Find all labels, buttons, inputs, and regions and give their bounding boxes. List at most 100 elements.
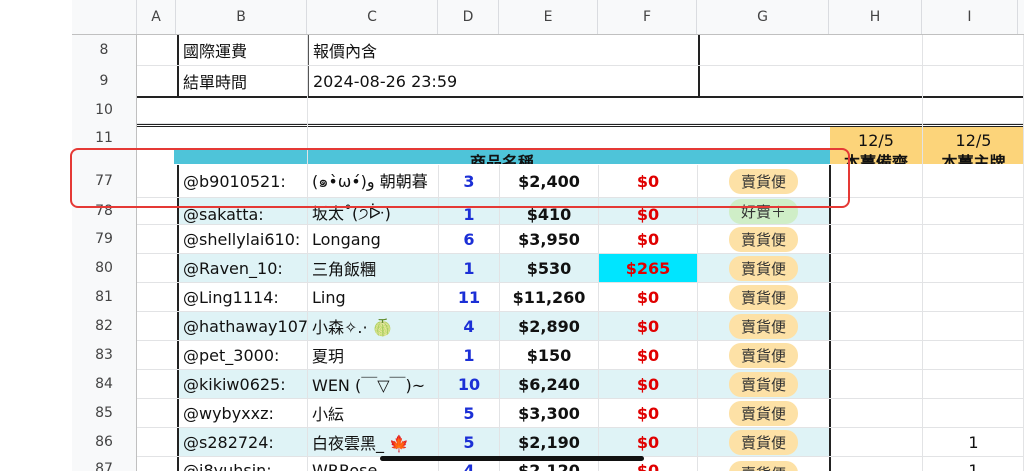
total-cell[interactable]: $2,190: [500, 428, 598, 456]
gridline: [697, 165, 698, 471]
row-header[interactable]: 82: [72, 312, 136, 340]
user-cell[interactable]: @hathaway107: [177, 312, 309, 340]
status-cell[interactable]: 賣貨便: [698, 428, 831, 456]
user-cell[interactable]: @pet_3000:: [177, 341, 309, 369]
i-cell[interactable]: 1: [923, 457, 1024, 471]
info-row: 國際運費 報價內含: [137, 35, 1024, 66]
info-row: 結單時間 2024-08-26 23:59: [137, 66, 1024, 98]
column-header-I[interactable]: I: [922, 0, 1018, 34]
status-chip: 賣貨便: [728, 371, 798, 397]
due-cell[interactable]: $0: [599, 428, 697, 456]
row-header[interactable]: 86: [72, 428, 136, 456]
qty-cell[interactable]: 1: [439, 254, 499, 282]
status-cell[interactable]: 賣貨便: [698, 225, 831, 253]
info-label[interactable]: 國際運費: [177, 35, 309, 65]
due-cell[interactable]: $0: [599, 399, 697, 427]
table-row: @pet_3000: 夏玥 1 $150 $0 賣貨便: [137, 341, 1024, 370]
total-cell[interactable]: $3,300: [500, 399, 598, 427]
qty-cell[interactable]: 5: [439, 428, 499, 456]
i-cell[interactable]: [923, 165, 1024, 197]
due-cell[interactable]: $0: [599, 341, 697, 369]
total-cell[interactable]: $11,260: [500, 283, 598, 311]
user-cell[interactable]: @i8yuhsin:: [177, 457, 309, 471]
qty-cell[interactable]: 6: [439, 225, 499, 253]
column-header-bar: A B C D E F G H I: [72, 0, 1024, 35]
qty-cell[interactable]: 1: [439, 341, 499, 369]
name-cell[interactable]: 白夜雲黑_ 🍁: [308, 428, 442, 456]
name-cell[interactable]: 夏玥: [308, 341, 442, 369]
horizontal-scrollbar[interactable]: [380, 456, 644, 461]
column-header-A[interactable]: A: [137, 0, 176, 34]
column-header-C[interactable]: C: [307, 0, 438, 34]
name-cell[interactable]: Longang: [308, 225, 442, 253]
name-cell[interactable]: 小紜: [308, 399, 442, 427]
i-cell[interactable]: 1: [923, 428, 1024, 456]
due-cell[interactable]: $0: [599, 225, 697, 253]
table-row: @Raven_10: 三角飯糰 1 $530 $265 賣貨便: [137, 254, 1024, 283]
user-cell[interactable]: @Raven_10:: [177, 254, 309, 282]
row-header[interactable]: 85: [72, 399, 136, 427]
h-cell[interactable]: [830, 428, 922, 456]
info-value[interactable]: 報價內含: [308, 35, 700, 65]
gridline: [598, 165, 599, 471]
row-header[interactable]: 80: [72, 254, 136, 282]
user-cell[interactable]: @Ling1114:: [177, 283, 309, 311]
table-row: @s282724: 白夜雲黑_ 🍁 5 $2,190 $0 賣貨便 1: [137, 428, 1024, 457]
name-cell[interactable]: 三角飯糰: [308, 254, 442, 282]
status-chip: 賣貨便: [728, 226, 798, 252]
due-cell[interactable]: $265: [599, 254, 697, 282]
qty-cell[interactable]: 5: [439, 399, 499, 427]
column-header-F[interactable]: F: [598, 0, 697, 34]
status-cell[interactable]: 賣貨便: [698, 457, 831, 471]
row-header[interactable]: 8: [72, 35, 136, 65]
column-header-E[interactable]: E: [499, 0, 598, 34]
status-cell[interactable]: 賣貨便: [698, 370, 831, 398]
name-cell[interactable]: WEN (￣▽￣)~: [308, 370, 442, 398]
table-row: @kikiw0625: WEN (￣▽￣)~ 10 $6,240 $0 賣貨便: [137, 370, 1024, 399]
status-chip: 賣貨便: [728, 313, 798, 339]
column-header-G[interactable]: G: [697, 0, 829, 34]
total-cell[interactable]: $6,240: [500, 370, 598, 398]
row-header[interactable]: 79: [72, 225, 136, 253]
column-header-B[interactable]: B: [176, 0, 307, 34]
table-row: @hathaway107 小森✧.· 🍈 4 $2,890 $0 賣貨便: [137, 312, 1024, 341]
user-cell[interactable]: @wybyxxz:: [177, 399, 309, 427]
due-cell[interactable]: $0: [599, 312, 697, 340]
user-cell[interactable]: @s282724:: [177, 428, 309, 456]
name-cell[interactable]: 小森✧.· 🍈: [308, 312, 442, 340]
total-cell[interactable]: $2,890: [500, 312, 598, 340]
sheet-grid: 國際運費 報價內含 結單時間 2024-08-26 23:59 12/5 12/…: [137, 35, 1024, 471]
column-header-H[interactable]: H: [829, 0, 922, 34]
status-cell[interactable]: 賣貨便: [698, 312, 831, 340]
status-chip: 賣貨便: [728, 400, 798, 426]
due-cell[interactable]: $0: [599, 283, 697, 311]
column-i-header: 本薑主牌: [923, 150, 1024, 164]
row-header[interactable]: 84: [72, 370, 136, 398]
column-header-corner[interactable]: [72, 0, 137, 34]
due-cell[interactable]: $0: [599, 370, 697, 398]
status-chip: 賣貨便: [728, 461, 798, 471]
qty-cell[interactable]: 10: [439, 370, 499, 398]
user-cell[interactable]: @kikiw0625:: [177, 370, 309, 398]
name-cell[interactable]: Ling: [308, 283, 442, 311]
user-cell[interactable]: @shellylai610:: [177, 225, 309, 253]
total-cell[interactable]: $150: [500, 341, 598, 369]
info-value[interactable]: 2024-08-26 23:59: [308, 66, 700, 96]
status-cell[interactable]: 賣貨便: [698, 341, 831, 369]
row-header[interactable]: 83: [72, 341, 136, 369]
qty-cell[interactable]: 4: [439, 312, 499, 340]
row-header[interactable]: 87: [72, 457, 136, 471]
row-header[interactable]: 9: [72, 66, 136, 96]
status-chip: 賣貨便: [728, 255, 798, 281]
status-cell[interactable]: 賣貨便: [698, 283, 831, 311]
total-cell[interactable]: $530: [500, 254, 598, 282]
status-cell[interactable]: 賣貨便: [698, 254, 831, 282]
status-cell[interactable]: 賣貨便: [698, 399, 831, 427]
info-label[interactable]: 結單時間: [177, 66, 309, 96]
column-header-D[interactable]: D: [438, 0, 499, 34]
qty-cell[interactable]: 11: [439, 283, 499, 311]
row-header[interactable]: 10: [72, 97, 136, 123]
row-header[interactable]: 81: [72, 283, 136, 311]
gridline: [922, 35, 923, 471]
total-cell[interactable]: $3,950: [500, 225, 598, 253]
